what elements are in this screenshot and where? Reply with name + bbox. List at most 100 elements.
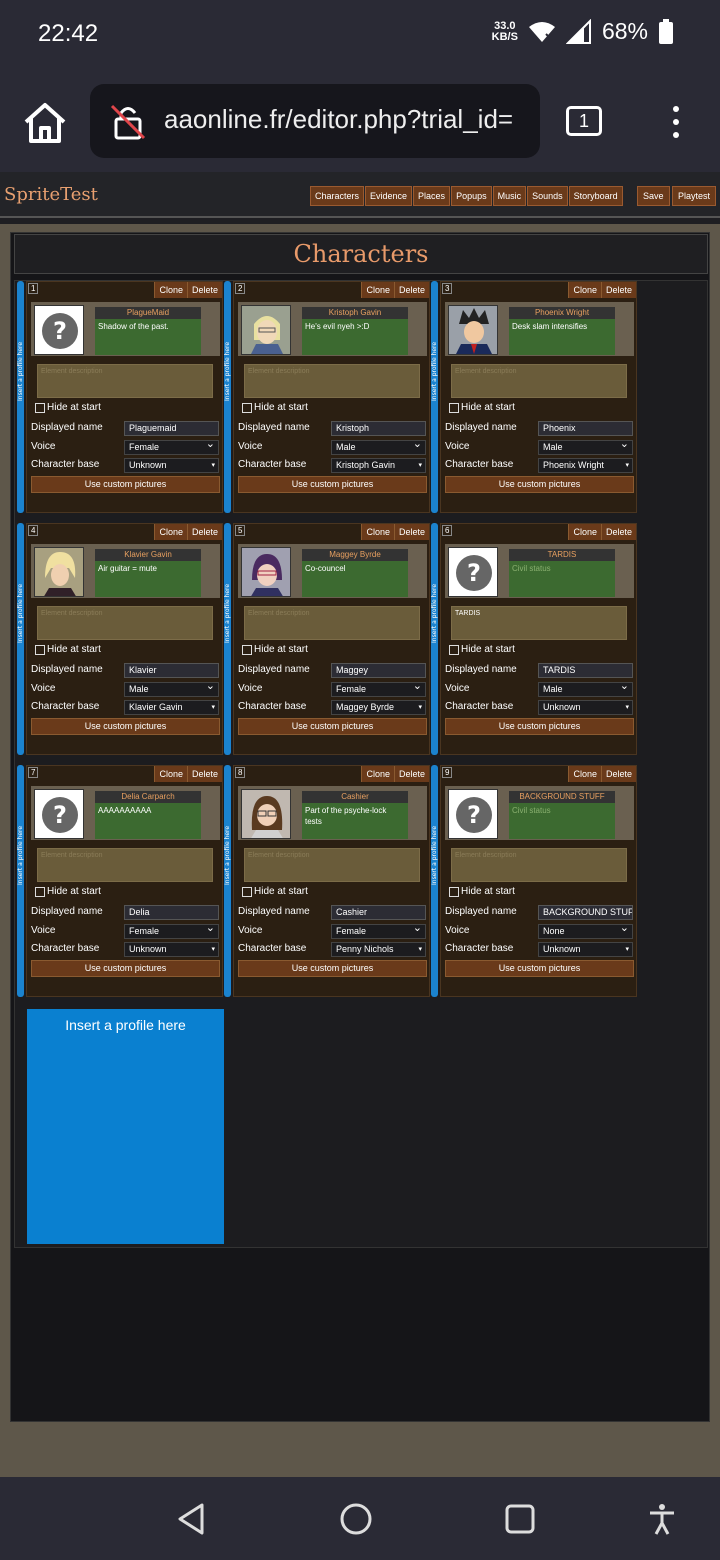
clone-button[interactable]: Clone: [154, 766, 187, 782]
avatar[interactable]: [241, 789, 291, 839]
character-base-select[interactable]: Unknown: [538, 942, 633, 957]
use-custom-pictures-button[interactable]: Use custom pictures: [31, 718, 220, 735]
playtest-button[interactable]: Playtest: [672, 186, 717, 206]
use-custom-pictures-button[interactable]: Use custom pictures: [445, 718, 634, 735]
avatar[interactable]: [241, 547, 291, 597]
character-base-select[interactable]: Unknown: [538, 700, 633, 715]
character-base-select[interactable]: Unknown: [124, 458, 219, 473]
insert-profile-button[interactable]: Insert a profile here: [27, 1009, 224, 1244]
hide-at-start-toggle[interactable]: Hide at start: [35, 886, 101, 897]
hide-at-start-toggle[interactable]: Hide at start: [449, 402, 515, 413]
nav-sounds[interactable]: Sounds: [527, 186, 568, 206]
character-base-select[interactable]: Maggey Byrde: [331, 700, 426, 715]
delete-button[interactable]: Delete: [186, 766, 222, 782]
avatar[interactable]: ?: [34, 789, 84, 839]
delete-button[interactable]: Delete: [600, 524, 636, 540]
avatar[interactable]: [448, 305, 498, 355]
use-custom-pictures-button[interactable]: Use custom pictures: [31, 476, 220, 493]
avatar[interactable]: ?: [34, 305, 84, 355]
insert-profile-strip[interactable]: Insert a profile here: [431, 523, 438, 755]
insert-profile-strip[interactable]: Insert a profile here: [17, 523, 24, 755]
clone-button[interactable]: Clone: [154, 524, 187, 540]
character-base-select[interactable]: Phoenix Wright: [538, 458, 633, 473]
use-custom-pictures-button[interactable]: Use custom pictures: [238, 960, 427, 977]
voice-select[interactable]: Male: [331, 437, 426, 455]
nav-music[interactable]: Music: [492, 186, 527, 206]
insert-profile-strip[interactable]: Insert a profile here: [431, 765, 438, 997]
civil-status-field[interactable]: Shadow of the past.: [95, 319, 201, 355]
description-field[interactable]: Element description: [37, 848, 213, 882]
nav-evidence[interactable]: Evidence: [365, 186, 413, 206]
clone-button[interactable]: Clone: [361, 282, 394, 298]
description-field[interactable]: Element description: [451, 364, 627, 398]
nav-characters[interactable]: Characters: [310, 186, 365, 206]
profile-name[interactable]: Phoenix Wright: [509, 307, 615, 319]
hide-at-start-toggle[interactable]: Hide at start: [242, 886, 308, 897]
accessibility-icon[interactable]: [644, 1501, 680, 1537]
delete-button[interactable]: Delete: [186, 282, 222, 298]
delete-button[interactable]: Delete: [393, 282, 429, 298]
insert-profile-strip[interactable]: Insert a profile here: [224, 523, 231, 755]
clone-button[interactable]: Clone: [568, 524, 601, 540]
hide-checkbox[interactable]: [242, 644, 252, 655]
avatar[interactable]: ?: [448, 547, 498, 597]
hide-at-start-toggle[interactable]: Hide at start: [449, 886, 515, 897]
displayed-name-input[interactable]: Plaguemaid: [124, 421, 219, 436]
civil-status-field[interactable]: Civil status: [509, 561, 615, 597]
save-button[interactable]: Save: [637, 186, 670, 206]
voice-select[interactable]: Male: [538, 679, 633, 697]
character-base-select[interactable]: Unknown: [124, 942, 219, 957]
insert-profile-strip[interactable]: Insert a profile here: [224, 765, 231, 997]
profile-name[interactable]: TARDIS: [509, 549, 615, 561]
voice-select[interactable]: Male: [124, 679, 219, 697]
civil-status-field[interactable]: AAAAAAAAAA: [95, 803, 201, 839]
hide-checkbox[interactable]: [449, 644, 459, 655]
displayed-name-input[interactable]: Cashier: [331, 905, 426, 920]
voice-select[interactable]: None: [538, 921, 633, 939]
profile-name[interactable]: PlagueMaid: [95, 307, 201, 319]
civil-status-field[interactable]: Co-councel: [302, 561, 408, 597]
recent-apps-icon[interactable]: [502, 1501, 538, 1537]
clone-button[interactable]: Clone: [361, 766, 394, 782]
description-field[interactable]: Element description: [451, 848, 627, 882]
profile-name[interactable]: Kristoph Gavin: [302, 307, 408, 319]
civil-status-field[interactable]: Air guitar = mute: [95, 561, 201, 597]
delete-button[interactable]: Delete: [393, 766, 429, 782]
delete-button[interactable]: Delete: [186, 524, 222, 540]
displayed-name-input[interactable]: Phoenix: [538, 421, 633, 436]
address-bar[interactable]: aaonline.fr/editor.php?trial_id=: [90, 84, 540, 158]
back-icon[interactable]: [174, 1501, 210, 1537]
profile-name[interactable]: Klavier Gavin: [95, 549, 201, 561]
nav-places[interactable]: Places: [413, 186, 451, 206]
hide-checkbox[interactable]: [449, 402, 459, 413]
avatar[interactable]: [241, 305, 291, 355]
description-field[interactable]: Element description: [37, 364, 213, 398]
delete-button[interactable]: Delete: [600, 766, 636, 782]
description-field[interactable]: TARDIS: [451, 606, 627, 640]
use-custom-pictures-button[interactable]: Use custom pictures: [238, 476, 427, 493]
use-custom-pictures-button[interactable]: Use custom pictures: [238, 718, 427, 735]
hide-checkbox[interactable]: [35, 644, 45, 655]
civil-status-field[interactable]: Desk slam intensifies: [509, 319, 615, 355]
displayed-name-input[interactable]: Delia: [124, 905, 219, 920]
character-base-select[interactable]: Penny Nichols: [331, 942, 426, 957]
nav-storyboard[interactable]: Storyboard: [568, 186, 623, 206]
voice-select[interactable]: Female: [124, 921, 219, 939]
delete-button[interactable]: Delete: [600, 282, 636, 298]
profile-name[interactable]: Maggey Byrde: [302, 549, 408, 561]
character-base-select[interactable]: Klavier Gavin: [124, 700, 219, 715]
displayed-name-input[interactable]: BACKGROUND STUFF: [538, 905, 633, 920]
description-field[interactable]: Element description: [37, 606, 213, 640]
home-icon[interactable]: [20, 98, 70, 148]
hide-checkbox[interactable]: [35, 402, 45, 413]
overflow-menu-icon[interactable]: [666, 102, 686, 142]
hide-at-start-toggle[interactable]: Hide at start: [35, 402, 101, 413]
tab-switcher-button[interactable]: 1: [566, 106, 602, 136]
profile-name[interactable]: BACKGROUND STUFF: [509, 791, 615, 803]
use-custom-pictures-button[interactable]: Use custom pictures: [445, 960, 634, 977]
character-base-select[interactable]: Kristoph Gavin: [331, 458, 426, 473]
description-field[interactable]: Element description: [244, 364, 420, 398]
civil-status-field[interactable]: Civil status: [509, 803, 615, 839]
hide-checkbox[interactable]: [449, 886, 459, 897]
use-custom-pictures-button[interactable]: Use custom pictures: [31, 960, 220, 977]
